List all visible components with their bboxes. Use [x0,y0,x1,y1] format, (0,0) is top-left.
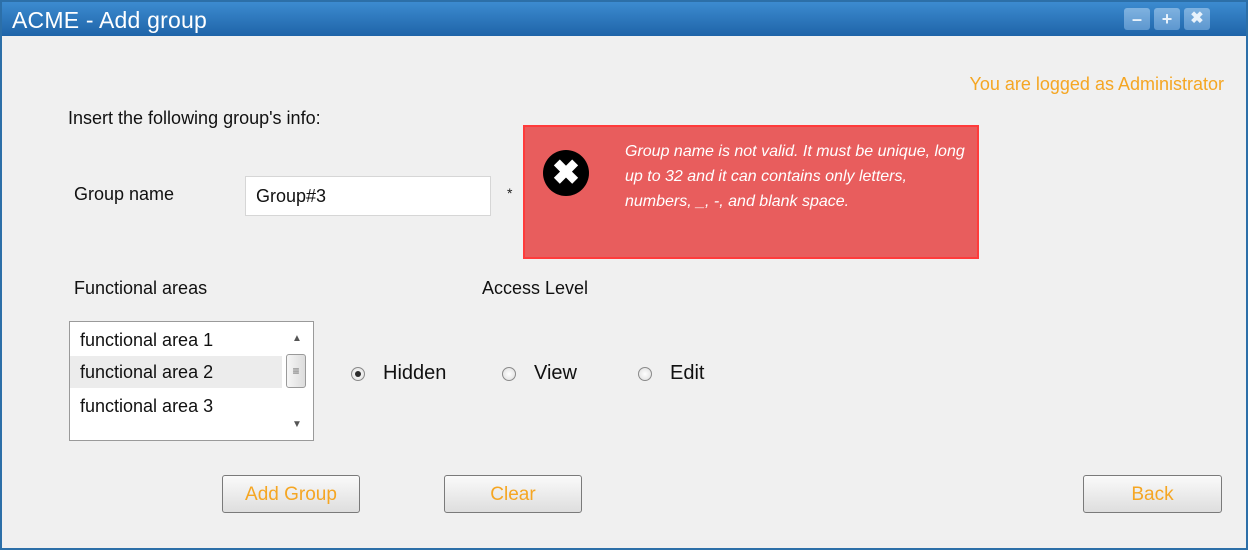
radio-hidden-label: Hidden [383,362,447,384]
radio-edit-label: Edit [670,362,705,384]
clear-button[interactable]: Clear [444,475,582,513]
logged-as-text: You are logged as Administrator [969,74,1225,94]
group-name-label: Group name [74,184,175,204]
add-group-button[interactable]: Add Group [222,475,360,513]
access-level-label: Access Level [482,278,589,298]
functional-areas-listbox[interactable]: functional area 1 functional area 2 func… [69,321,314,441]
required-marker: * [507,185,513,201]
back-button[interactable]: Back [1083,475,1222,513]
radio-view-label: View [534,362,577,384]
radio-view[interactable] [502,367,516,381]
add-group-window: ACME - Add group – + ✖ You are logged as… [0,0,1248,550]
list-item[interactable]: functional area 3 [70,390,282,422]
form-instructions: Insert the following group's info: [68,108,321,128]
list-item[interactable]: functional area 1 [70,324,282,356]
close-window-button[interactable]: ✖ [1184,8,1210,30]
close-icon: ✖ [543,150,589,196]
scroll-up-arrow-icon[interactable]: ▲ [290,332,304,346]
radio-edit[interactable] [638,367,652,381]
window-title: ACME - Add group [12,7,207,33]
group-name-input[interactable] [245,176,491,216]
scroll-thumb[interactable]: ≡ [286,354,306,388]
scroll-down-arrow-icon[interactable]: ▼ [290,418,304,432]
error-message-box: ✖ Group name is not valid. It must be un… [523,125,979,259]
listbox-scrollbar[interactable]: ▲ ≡ ▼ [282,322,313,440]
list-item[interactable]: functional area 2 [70,356,282,388]
radio-hidden[interactable] [351,367,365,381]
maximize-button[interactable]: + [1154,8,1180,30]
error-message-text: Group name is not valid. It must be uniq… [625,143,965,210]
title-bar[interactable]: ACME - Add group – + ✖ [2,2,1246,36]
functional-areas-label: Functional areas [74,278,208,298]
minimize-button[interactable]: – [1124,8,1150,30]
